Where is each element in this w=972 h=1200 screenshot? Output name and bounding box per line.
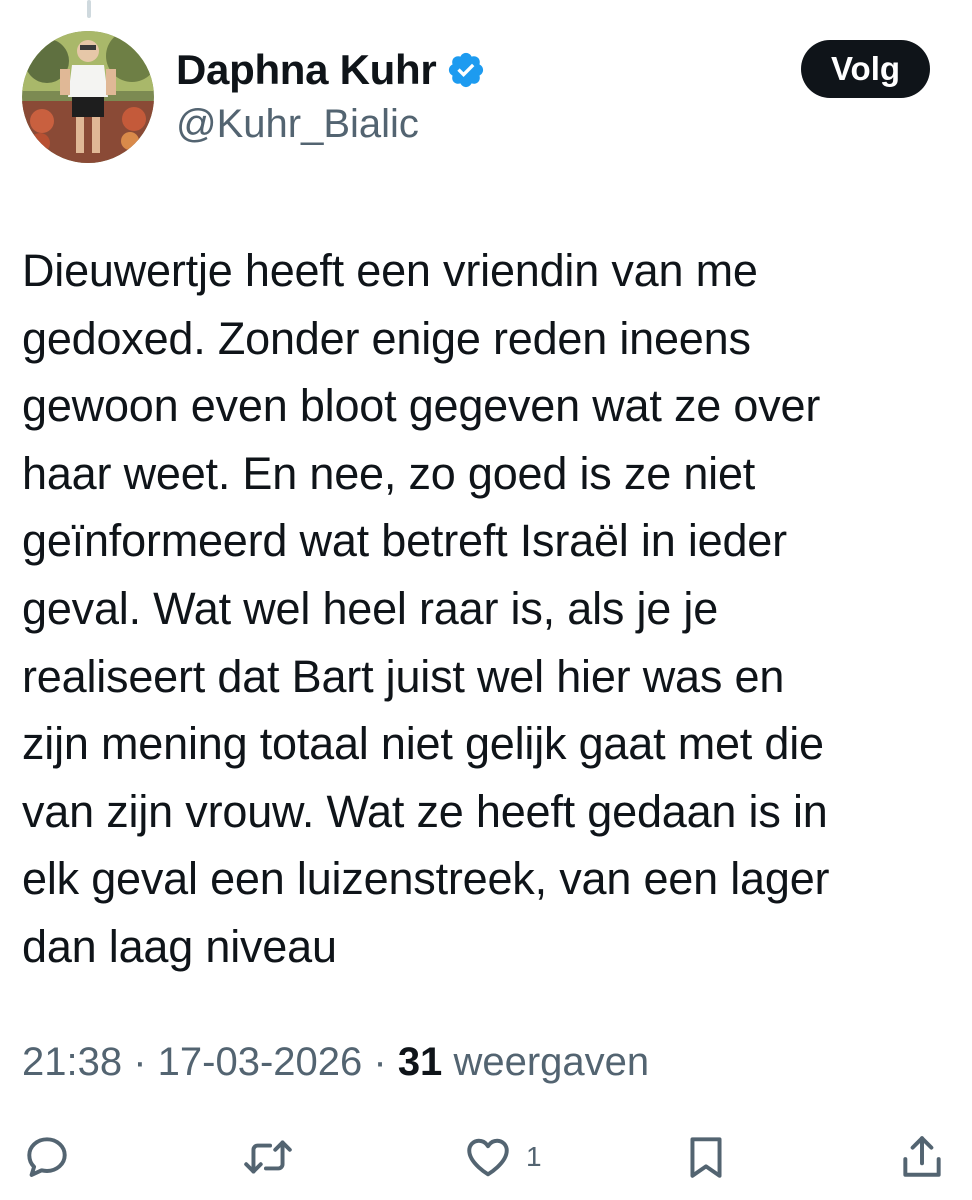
share-button[interactable] [899,1125,945,1189]
avatar[interactable] [22,31,154,163]
retweet-icon [241,1132,295,1182]
author-name-row[interactable]: Daphna Kuhr [176,44,486,96]
tweet-text-line: gewoon even bloot gegeven wat ze over [22,380,821,432]
user-handle[interactable]: @Kuhr_Bialic [176,98,419,150]
tweet-text-line: van zijn vrouw. Wat ze heeft gedaan is i… [22,785,828,837]
share-icon [899,1132,945,1182]
tweet-text: Dieuwertje heeft een vriendin van me ged… [22,237,952,981]
like-button[interactable]: 1 [462,1125,542,1189]
tweet-text-line: haar weet. En nee, zo goed is ze niet [22,447,756,499]
tweet-text-line: gedoxed. Zonder enige reden ineens [22,312,751,364]
verified-badge-icon [446,50,486,90]
reply-button[interactable] [22,1125,72,1189]
tweet-text-line: realiseert dat Bart juist wel hier was e… [22,650,785,702]
meta-separator: · [122,1040,158,1084]
views-count: 31 [397,1040,443,1084]
bookmark-button[interactable] [683,1125,729,1189]
reply-icon [22,1132,72,1182]
display-name[interactable]: Daphna Kuhr [176,44,437,96]
tweet-meta: 21:38 · 17-03-2026 · 31 weergaven [22,1034,649,1090]
follow-button[interactable]: Volg [801,40,930,98]
tweet-text-line: zijn mening totaal niet gelijk gaat met … [22,718,824,770]
thread-connector-line [87,0,91,18]
tweet-time[interactable]: 21:38 [22,1040,122,1084]
like-count: 1 [526,1141,542,1172]
views-label: weergaven [453,1040,650,1084]
tweet-text-line: dan laag niveau [22,920,337,972]
tweet-text-line: elk geval een luizenstreek, van een lage… [22,853,830,905]
meta-separator: · [362,1040,398,1084]
tweet-date[interactable]: 17-03-2026 [158,1040,363,1084]
bookmark-icon [683,1132,729,1182]
action-bar: 1 [0,1125,972,1189]
tweet-text-line: geval. Wat wel heel raar is, als je je [22,582,719,634]
heart-icon [462,1132,514,1182]
retweet-button[interactable] [241,1125,295,1189]
tweet-text-line: Dieuwertje heeft een vriendin van me [22,245,758,296]
tweet-text-line: geïnformeerd wat betreft Israël in ieder [22,515,787,567]
